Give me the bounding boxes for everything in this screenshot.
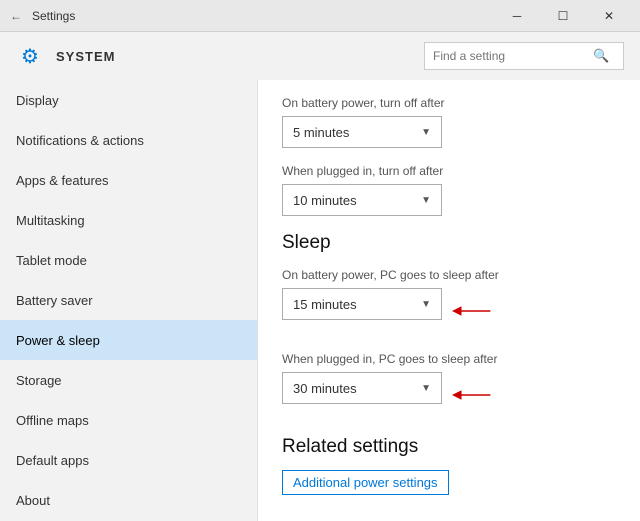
arrow-indicator bbox=[452, 301, 492, 324]
arrow-indicator-2 bbox=[452, 385, 492, 408]
sleep-battery-value: 15 minutes bbox=[293, 297, 357, 312]
sidebar-item-battery[interactable]: Battery saver bbox=[0, 280, 257, 320]
chevron-down-icon: ▼ bbox=[421, 195, 431, 206]
content-area: On battery power, turn off after 5 minut… bbox=[258, 80, 640, 521]
sleep-plugged-label: When plugged in, PC goes to sleep after bbox=[282, 352, 616, 366]
app-container: ⚙ SYSTEM 🔍 Display Notifications & actio… bbox=[0, 32, 640, 521]
sidebar-item-label: Apps & features bbox=[16, 173, 109, 188]
screen-off-battery-value: 5 minutes bbox=[293, 125, 349, 140]
sleep-battery-label: On battery power, PC goes to sleep after bbox=[282, 268, 616, 282]
sleep-plugged-value: 30 minutes bbox=[293, 381, 357, 396]
minimize-button[interactable]: ─ bbox=[494, 0, 540, 32]
gear-icon: ⚙ bbox=[16, 42, 44, 70]
app-header: ⚙ SYSTEM 🔍 bbox=[0, 32, 640, 80]
sidebar-item-label: Default apps bbox=[16, 453, 89, 468]
sleep-plugged-row: 30 minutes ▼ bbox=[282, 372, 616, 420]
sidebar-item-label: Offline maps bbox=[16, 413, 89, 428]
sidebar-item-label: Battery saver bbox=[16, 293, 93, 308]
sidebar-item-label: Multitasking bbox=[16, 213, 85, 228]
sidebar-item-label: Power & sleep bbox=[16, 333, 100, 348]
search-icon: 🔍 bbox=[593, 48, 609, 64]
sidebar-item-apps[interactable]: Apps & features bbox=[0, 160, 257, 200]
title-bar-controls: ─ ☐ ✕ bbox=[494, 0, 632, 32]
sidebar-item-notifications[interactable]: Notifications & actions bbox=[0, 120, 257, 160]
chevron-down-icon: ▼ bbox=[421, 127, 431, 138]
search-box[interactable]: 🔍 bbox=[424, 42, 624, 70]
sidebar-item-power[interactable]: Power & sleep bbox=[0, 320, 257, 360]
sidebar-item-label: Display bbox=[16, 93, 59, 108]
screen-off-plugged-value: 10 minutes bbox=[293, 193, 357, 208]
sleep-plugged-dropdown[interactable]: 30 minutes ▼ bbox=[282, 372, 442, 404]
screen-off-battery-dropdown[interactable]: 5 minutes ▼ bbox=[282, 116, 442, 148]
related-settings-title: Related settings bbox=[282, 436, 616, 458]
back-icon[interactable]: ← bbox=[8, 8, 24, 24]
close-button[interactable]: ✕ bbox=[586, 0, 632, 32]
title-bar-text: Settings bbox=[32, 9, 75, 23]
sidebar-item-multitasking[interactable]: Multitasking bbox=[0, 200, 257, 240]
chevron-down-icon: ▼ bbox=[421, 299, 431, 310]
sleep-section-title: Sleep bbox=[282, 232, 616, 254]
page-title: SYSTEM bbox=[56, 49, 115, 64]
sidebar-item-about[interactable]: About bbox=[0, 480, 257, 520]
sleep-battery-dropdown[interactable]: 15 minutes ▼ bbox=[282, 288, 442, 320]
title-bar: ← Settings ─ ☐ ✕ bbox=[0, 0, 640, 32]
app-body: Display Notifications & actions Apps & f… bbox=[0, 80, 640, 521]
sleep-battery-row: 15 minutes ▼ bbox=[282, 288, 616, 336]
sidebar-item-label: About bbox=[16, 493, 50, 508]
screen-off-plugged-dropdown[interactable]: 10 minutes ▼ bbox=[282, 184, 442, 216]
sidebar-item-tablet[interactable]: Tablet mode bbox=[0, 240, 257, 280]
sidebar: Display Notifications & actions Apps & f… bbox=[0, 80, 258, 521]
sidebar-item-label: Tablet mode bbox=[16, 253, 87, 268]
maximize-button[interactable]: ☐ bbox=[540, 0, 586, 32]
screen-off-plugged-label: When plugged in, turn off after bbox=[282, 164, 616, 178]
sidebar-item-storage[interactable]: Storage bbox=[0, 360, 257, 400]
sidebar-item-label: Notifications & actions bbox=[16, 133, 144, 148]
search-input[interactable] bbox=[433, 49, 593, 63]
sidebar-item-label: Storage bbox=[16, 373, 62, 388]
sidebar-item-offline-maps[interactable]: Offline maps bbox=[0, 400, 257, 440]
additional-power-settings-link[interactable]: Additional power settings bbox=[282, 470, 449, 495]
sidebar-item-default-apps[interactable]: Default apps bbox=[0, 440, 257, 480]
sidebar-item-display[interactable]: Display bbox=[0, 80, 257, 120]
chevron-down-icon: ▼ bbox=[421, 383, 431, 394]
screen-off-battery-label: On battery power, turn off after bbox=[282, 96, 616, 110]
